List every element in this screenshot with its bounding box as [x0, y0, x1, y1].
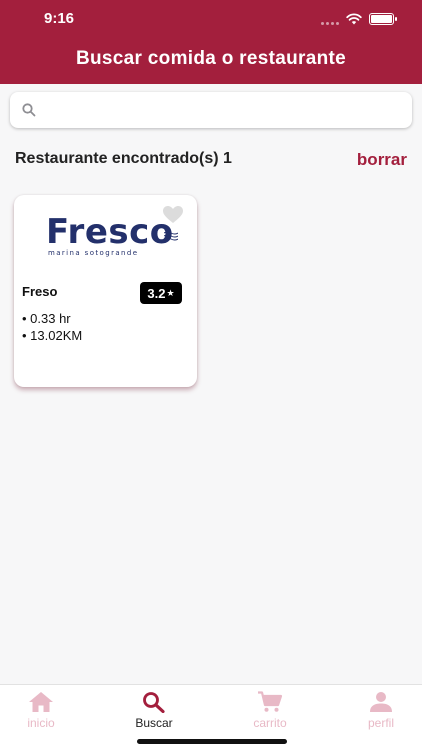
- results-count-label: Restaurante encontrado(s) 1: [15, 150, 232, 167]
- nav-item-perfil[interactable]: perfil: [341, 691, 421, 733]
- wifi-icon: [346, 13, 362, 25]
- battery-icon: [369, 13, 397, 25]
- restaurant-name: Freso: [22, 284, 58, 299]
- distance: • 13.02KM: [22, 328, 83, 343]
- nav-label-buscar: Buscar: [135, 716, 173, 730]
- page-title: Buscar comida o restaurante: [76, 48, 346, 69]
- clear-button[interactable]: borrar: [357, 150, 407, 170]
- app-header: 9:16 Buscar comida o restaurante: [0, 0, 422, 84]
- cellular-signal-icon: [321, 13, 339, 25]
- home-icon: [29, 692, 53, 712]
- nav-item-inicio[interactable]: inicio: [1, 691, 81, 733]
- system-icons: [321, 12, 397, 26]
- search-icon: [22, 103, 36, 117]
- user-icon: [370, 692, 392, 712]
- nav-label-inicio: inicio: [27, 716, 55, 730]
- nav-item-buscar[interactable]: Buscar: [114, 691, 194, 733]
- nav-label-carrito: carrito: [253, 716, 287, 730]
- status-bar: 9:16: [0, 0, 422, 40]
- cart-icon: [258, 691, 283, 712]
- rating-value: 3.2: [147, 285, 166, 301]
- restaurant-card[interactable]: Fresco marina sotogrande Freso 3.2 ★ • 0.…: [14, 195, 197, 387]
- search-icon: [143, 692, 165, 713]
- search-input[interactable]: [46, 95, 396, 125]
- delivery-time: • 0.33 hr: [22, 311, 71, 326]
- logo-wordmark: Fresco: [46, 212, 174, 252]
- logo-subtext: marina sotogrande: [48, 249, 139, 257]
- restaurant-logo: Fresco marina sotogrande: [46, 212, 186, 260]
- rating-badge: 3.2 ★: [140, 282, 182, 304]
- logo-waves-icon: [164, 231, 178, 241]
- nav-item-carrito[interactable]: carrito: [230, 691, 310, 733]
- status-time: 9:16: [44, 10, 75, 27]
- search-bar[interactable]: [10, 92, 412, 128]
- home-indicator: [137, 739, 287, 744]
- star-icon: ★: [166, 287, 175, 298]
- nav-label-perfil: perfil: [367, 716, 394, 730]
